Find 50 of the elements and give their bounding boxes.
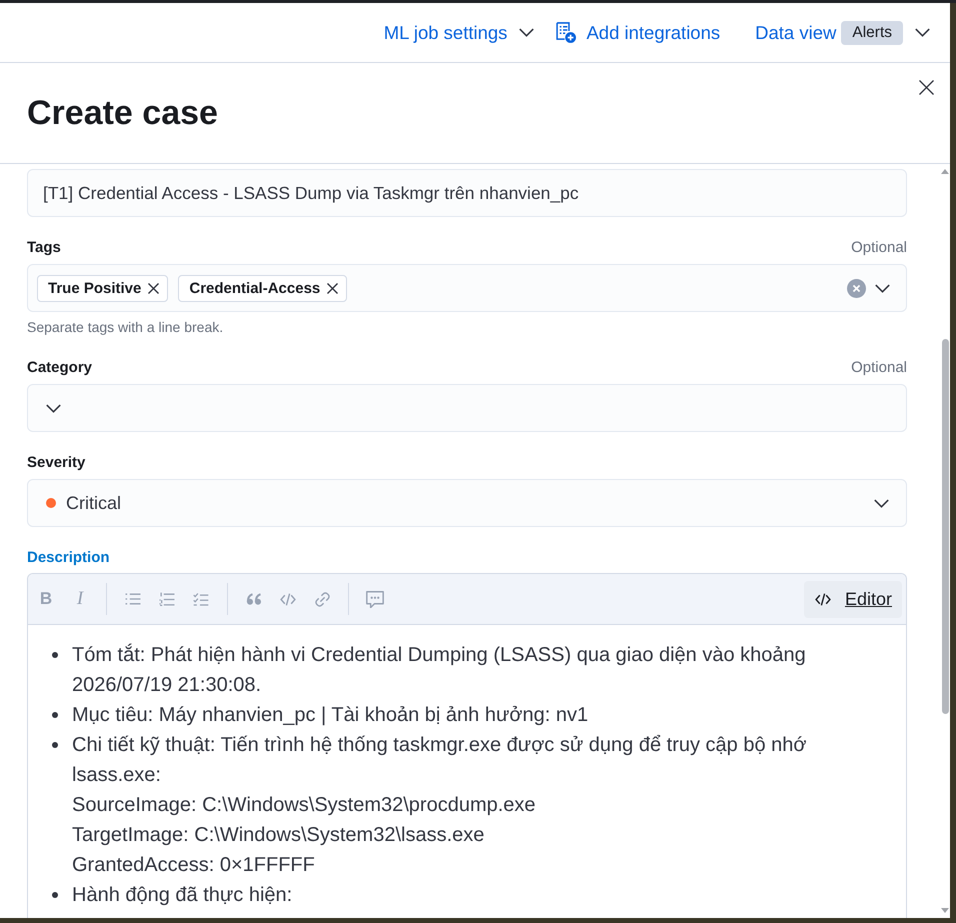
link-icon [314, 592, 330, 606]
close-button[interactable] [919, 80, 934, 95]
tags-combo-box[interactable]: True Positive Credential-Access [27, 264, 907, 312]
field-label: Severity [27, 454, 86, 470]
bulleted-list-icon [125, 593, 141, 605]
add-integrations-button[interactable]: Add integrations [556, 22, 720, 44]
bullet-icon [52, 652, 58, 658]
chevron-down-icon [519, 28, 534, 37]
comment-icon [366, 590, 384, 608]
optional-hint: Optional [851, 238, 907, 256]
data-view-label: Data view [755, 22, 836, 44]
checklist-icon [193, 592, 209, 606]
list-item-text: Tóm tắt: Phát hiện hành vi Credential Dumping (LSASS) qua giao diện vào khoảng 2026/07/19 21:30:08. [72, 642, 807, 698]
chevron-down-icon [875, 284, 890, 292]
list-item-text: Hành động đã thực hiện: [72, 883, 294, 908]
scroll-up-icon[interactable] [941, 169, 949, 174]
flyout-title: Create case [27, 94, 218, 132]
list-item-text: Chi tiết kỹ thuật: Tiến trình hệ thống taskmgr.exe được sử dụng để truy cập bộ nhớ lsass.exe: SourceImage: C:\Windows\System32\procdump.exe TargetImage: C:\Windows\System32\lsass.exe GrantedAccess: 0×1FFFFF [72, 733, 808, 878]
code-icon [280, 592, 296, 606]
numbered-list-icon [159, 592, 175, 606]
tag-label: Credential-Access [189, 280, 320, 296]
menu-button[interactable]: ML job settings [384, 22, 534, 44]
category-select[interactable] [27, 384, 907, 432]
bullet-icon [52, 712, 58, 718]
chevron-down-icon [915, 28, 930, 37]
data-view-dropdown-button[interactable] [915, 28, 930, 37]
document-plus-icon [556, 22, 576, 43]
code-icon [814, 592, 831, 606]
bullet-icon [52, 892, 58, 898]
help-text: Separate tags with a line break. [27, 320, 224, 334]
field-label: Description [27, 548, 110, 566]
list-item-text: Mục tiêu: Máy nhanvien_pc | Tài khoản bị ảnh hưởng: nv1 [72, 703, 590, 728]
chevron-down-icon [874, 498, 889, 508]
clear-icon[interactable] [847, 278, 866, 298]
data-view-badge: Alerts [841, 20, 903, 44]
editor-mode-button[interactable]: Editor [804, 580, 902, 618]
tag-label: True Positive [48, 280, 142, 296]
close-icon [919, 80, 934, 95]
severity-select[interactable]: Critical [27, 479, 907, 527]
optional-hint: Optional [851, 358, 907, 376]
field-label: Tags [27, 238, 61, 256]
scrollbar-thumb[interactable] [942, 339, 948, 714]
field-label: Category [27, 358, 92, 376]
scroll-down-icon[interactable] [941, 908, 949, 913]
chevron-down-icon [46, 404, 61, 412]
bullet-icon [52, 742, 58, 748]
quote-icon [246, 593, 262, 605]
title-input[interactable]: [T1] Credential Access - LSASS Dump via Taskmgr trên nhanvien_pc [27, 169, 907, 217]
cross-icon[interactable] [148, 282, 160, 294]
cross-icon[interactable] [327, 282, 338, 294]
